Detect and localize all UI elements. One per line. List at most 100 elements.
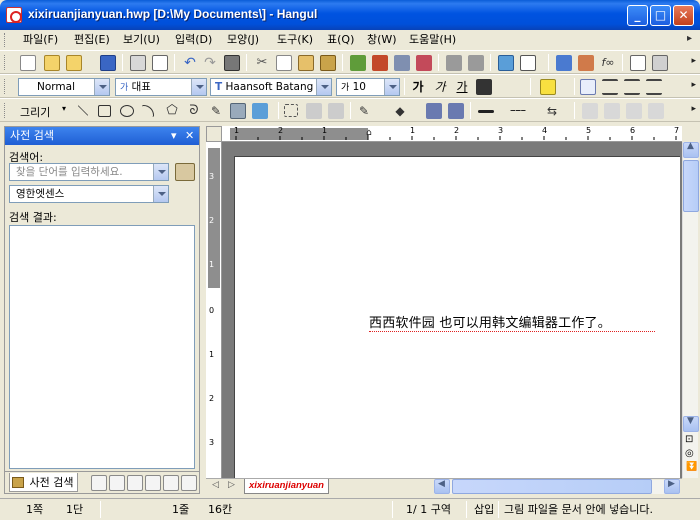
chevron-down-icon[interactable] bbox=[153, 186, 168, 202]
polygon-tool-icon[interactable]: ⬠ bbox=[164, 103, 180, 119]
chevron-down-icon[interactable]: ▾ bbox=[62, 104, 66, 113]
tab-next-icon[interactable]: ▷ bbox=[228, 480, 235, 490]
char-color-icon[interactable] bbox=[476, 79, 492, 95]
paste-icon[interactable] bbox=[298, 55, 314, 71]
line-style-icon[interactable] bbox=[510, 110, 526, 111]
scroll-left-button[interactable]: ◀ bbox=[434, 479, 450, 494]
chevron-down-icon[interactable] bbox=[384, 79, 399, 95]
highlight-icon[interactable] bbox=[540, 79, 556, 95]
toolbar-grip[interactable] bbox=[4, 79, 7, 94]
image-tab-icon[interactable] bbox=[181, 475, 197, 491]
ellipse-tool-icon[interactable] bbox=[120, 105, 134, 117]
bookmark-icon[interactable] bbox=[468, 55, 484, 71]
line-thickness-icon[interactable] bbox=[478, 110, 494, 113]
maximize-button[interactable]: □ bbox=[650, 5, 671, 26]
curve-tool-icon[interactable]: ᘐ bbox=[186, 103, 202, 119]
new-document-icon[interactable] bbox=[20, 55, 36, 71]
align-left-icon[interactable] bbox=[580, 79, 596, 95]
tab-prev-icon[interactable]: ◁ bbox=[212, 480, 219, 490]
ungroup-icon[interactable] bbox=[328, 103, 344, 119]
scroll-thumb[interactable] bbox=[683, 160, 699, 212]
indent-marker-icon[interactable]: ⌂ bbox=[366, 128, 372, 138]
status-insert-mode[interactable]: 삽입 bbox=[474, 502, 494, 518]
language-combo[interactable]: 가 대표 bbox=[115, 78, 207, 96]
scroll-up-button[interactable]: ▲ bbox=[683, 141, 699, 158]
menu-edit[interactable]: 편집(E) bbox=[71, 32, 113, 48]
scroll-right-button[interactable]: ▶ bbox=[664, 479, 680, 494]
align-center-icon[interactable] bbox=[602, 79, 618, 95]
page-select-icon[interactable]: ◎ bbox=[685, 448, 694, 459]
open-recent-icon[interactable] bbox=[66, 55, 82, 71]
menu-insert[interactable]: 입력(D) bbox=[172, 32, 215, 48]
grid-tab-icon[interactable] bbox=[163, 475, 179, 491]
menu-file[interactable]: 파일(F) bbox=[20, 32, 61, 48]
chevron-down-icon[interactable] bbox=[191, 79, 206, 95]
formula-icon[interactable]: f∞ bbox=[600, 55, 616, 71]
horizontal-ruler[interactable]: 1 2 1 1 2 3 4 5 6 7 ⌂ bbox=[206, 126, 682, 142]
close-button[interactable]: ✕ bbox=[673, 5, 694, 26]
prev-page-icon[interactable]: ⊡ bbox=[685, 434, 693, 445]
print-icon[interactable] bbox=[130, 55, 146, 71]
shape-icon[interactable] bbox=[578, 55, 594, 71]
minimize-button[interactable]: _ bbox=[627, 5, 648, 26]
h-scroll-thumb[interactable] bbox=[452, 479, 652, 494]
hyperlink-icon[interactable] bbox=[446, 55, 462, 71]
menu-tools[interactable]: 도구(K) bbox=[274, 32, 316, 48]
cut-icon[interactable]: ✂ bbox=[254, 55, 270, 71]
tab-dictionary-search[interactable]: 사전 검색 bbox=[9, 473, 79, 492]
hangul-app-icon[interactable] bbox=[6, 7, 22, 23]
distribute-icon[interactable] bbox=[604, 103, 620, 119]
list-tab-icon[interactable] bbox=[109, 475, 125, 491]
menubar-overflow-icon[interactable]: ▸ bbox=[687, 33, 692, 44]
search-input[interactable]: 찾을 단어를 입력하세요. bbox=[9, 163, 169, 181]
paragraph-shape-icon[interactable] bbox=[372, 55, 388, 71]
align-right-icon[interactable] bbox=[624, 79, 640, 95]
bold-button[interactable]: 가 bbox=[410, 79, 426, 95]
italic-button[interactable]: 가 bbox=[432, 79, 448, 95]
textbox-tool-icon[interactable] bbox=[230, 103, 246, 119]
panel-close-icon[interactable]: ✕ bbox=[185, 127, 194, 145]
line-tool-icon[interactable] bbox=[77, 105, 89, 116]
toolbar-overflow-icon[interactable]: ▸ bbox=[691, 104, 696, 114]
chevron-down-icon[interactable] bbox=[94, 79, 109, 95]
rotate-icon[interactable] bbox=[626, 103, 642, 119]
insert-table-icon[interactable] bbox=[520, 55, 536, 71]
help-tab-icon[interactable] bbox=[91, 475, 107, 491]
menu-format[interactable]: 모양(J) bbox=[224, 32, 262, 48]
redo-icon[interactable]: ↷ bbox=[202, 55, 218, 71]
draw-menu-button[interactable]: 그리기 bbox=[20, 104, 50, 120]
save-icon[interactable] bbox=[100, 55, 116, 71]
next-page-icon[interactable]: ⏬ bbox=[686, 462, 697, 472]
chevron-down-icon[interactable] bbox=[316, 79, 331, 95]
toolbar-grip[interactable] bbox=[4, 55, 7, 70]
toolbar-grip[interactable] bbox=[4, 103, 7, 118]
flip-icon[interactable] bbox=[648, 103, 664, 119]
font-combo[interactable]: T Haansoft Batang bbox=[210, 78, 332, 96]
document-tab[interactable]: xixiruanjianyuan bbox=[244, 479, 329, 494]
menu-table[interactable]: 표(Q) bbox=[324, 32, 357, 48]
horizontal-scrollbar[interactable]: ◀ ▶ bbox=[434, 479, 680, 494]
menubar-grip[interactable] bbox=[4, 33, 7, 47]
menu-view[interactable]: 보기(U) bbox=[120, 32, 163, 48]
select-objects-icon[interactable] bbox=[284, 104, 298, 117]
line-color-icon[interactable]: ✎ bbox=[356, 103, 372, 119]
style-icon[interactable] bbox=[350, 55, 366, 71]
ruler-corner[interactable] bbox=[206, 126, 222, 142]
align-objects-icon[interactable] bbox=[582, 103, 598, 119]
toolbar-overflow-icon[interactable]: ▸ bbox=[691, 80, 696, 90]
underline-button[interactable]: 가 bbox=[454, 79, 470, 95]
freehand-tool-icon[interactable]: ✎ bbox=[208, 103, 224, 119]
copy-icon[interactable] bbox=[276, 55, 292, 71]
style-combo[interactable]: Normal bbox=[18, 78, 110, 96]
panel-menu-icon[interactable]: ▾ bbox=[171, 127, 177, 145]
send-backward-icon[interactable] bbox=[448, 103, 464, 119]
dictionary-select[interactable]: 영한엣센스 bbox=[9, 185, 169, 203]
font-size-combo[interactable]: 가 10 bbox=[336, 78, 400, 96]
options-icon[interactable] bbox=[652, 55, 668, 71]
chart-icon[interactable] bbox=[556, 55, 572, 71]
columns-icon[interactable] bbox=[416, 55, 432, 71]
toolbar-overflow-icon[interactable]: ▸ bbox=[691, 56, 696, 66]
chevron-down-icon[interactable] bbox=[153, 164, 168, 180]
document-text[interactable]: 西西软件园 也可以用韩文编辑器工作了。 bbox=[369, 312, 611, 331]
char-shape-icon[interactable] bbox=[394, 55, 410, 71]
